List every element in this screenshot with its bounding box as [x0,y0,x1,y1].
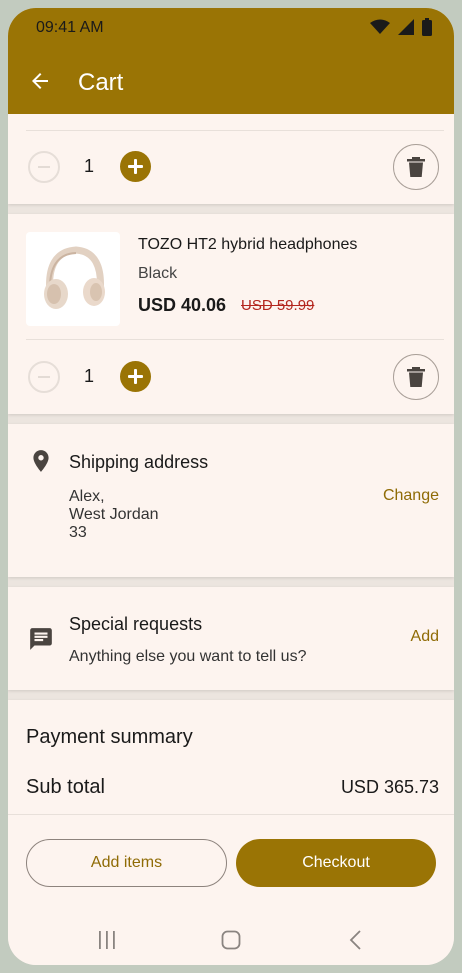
product-variant: Black [138,265,178,282]
product-original-price: USD 59.99 [241,297,315,314]
system-nav-bar [8,923,454,963]
status-bar: 09:41 AM [8,8,454,48]
bottom-action-bar: Add items Checkout [8,814,454,965]
headphones-image [44,246,105,309]
arrow-back-icon[interactable] [28,69,52,93]
status-time: 09:41 AM [36,19,104,36]
checkout-button[interactable]: Checkout [236,839,436,887]
shipping-address-card: Shipping address Alex, West Jordan 33 Ch… [8,424,454,577]
increase-quantity-button[interactable] [120,361,151,392]
home-icon[interactable] [221,930,241,950]
app-bar: Cart [8,48,454,114]
product-image[interactable] [26,232,120,326]
payment-summary-title: Payment summary [26,726,193,748]
subtotal-label: Sub total [26,776,105,798]
trash-icon [407,367,425,387]
phone-screen: 09:41 AM Cart 1 TOZO HT2 hybrid headphon… [8,8,454,965]
delete-item-button[interactable] [393,354,439,400]
add-items-button[interactable]: Add items [26,839,227,887]
location-pin-icon [33,450,49,472]
cart-item-card: 1 [8,114,454,204]
address-line: West Jordan [69,506,159,523]
special-requests-card: Special requests Anything else you want … [8,587,454,690]
trash-icon [407,157,425,177]
status-icons [370,18,432,36]
quantity-value: 1 [84,156,95,176]
back-nav-icon[interactable] [348,930,364,950]
shipping-title: Shipping address [69,452,209,472]
quantity-stepper: 1 [8,349,454,405]
signal-icon [398,19,414,35]
decrease-quantity-button[interactable] [28,151,60,183]
delete-item-button[interactable] [393,144,439,190]
page-title: Cart [78,69,124,96]
change-address-button[interactable]: Change [383,487,439,505]
recents-icon[interactable] [97,931,117,949]
item-divider [26,130,444,131]
subtotal-value: USD 365.73 [340,777,439,797]
quantity-value: 1 [84,366,95,386]
payment-summary-card: Payment summary Sub total USD 365.73 [8,700,454,814]
cart-item-card: TOZO HT2 hybrid headphones Black USD 40.… [8,214,454,414]
decrease-quantity-button[interactable] [28,361,60,393]
product-name[interactable]: TOZO HT2 hybrid headphones [138,236,357,254]
address-line: 33 [69,524,87,541]
special-requests-title: Special requests [69,614,203,634]
address-line: Alex, [69,488,105,505]
add-request-button[interactable]: Add [411,628,439,646]
special-requests-subtitle: Anything else you want to tell us? [69,648,307,665]
battery-icon [422,18,432,36]
item-divider [26,339,444,340]
wifi-icon [370,19,390,34]
quantity-stepper: 1 [8,139,454,195]
product-price: USD 40.06 [138,295,227,315]
cart-content[interactable]: 1 TOZO HT2 hybrid headphones Black USD 4… [8,114,454,814]
message-icon [30,628,52,650]
increase-quantity-button[interactable] [120,151,151,182]
